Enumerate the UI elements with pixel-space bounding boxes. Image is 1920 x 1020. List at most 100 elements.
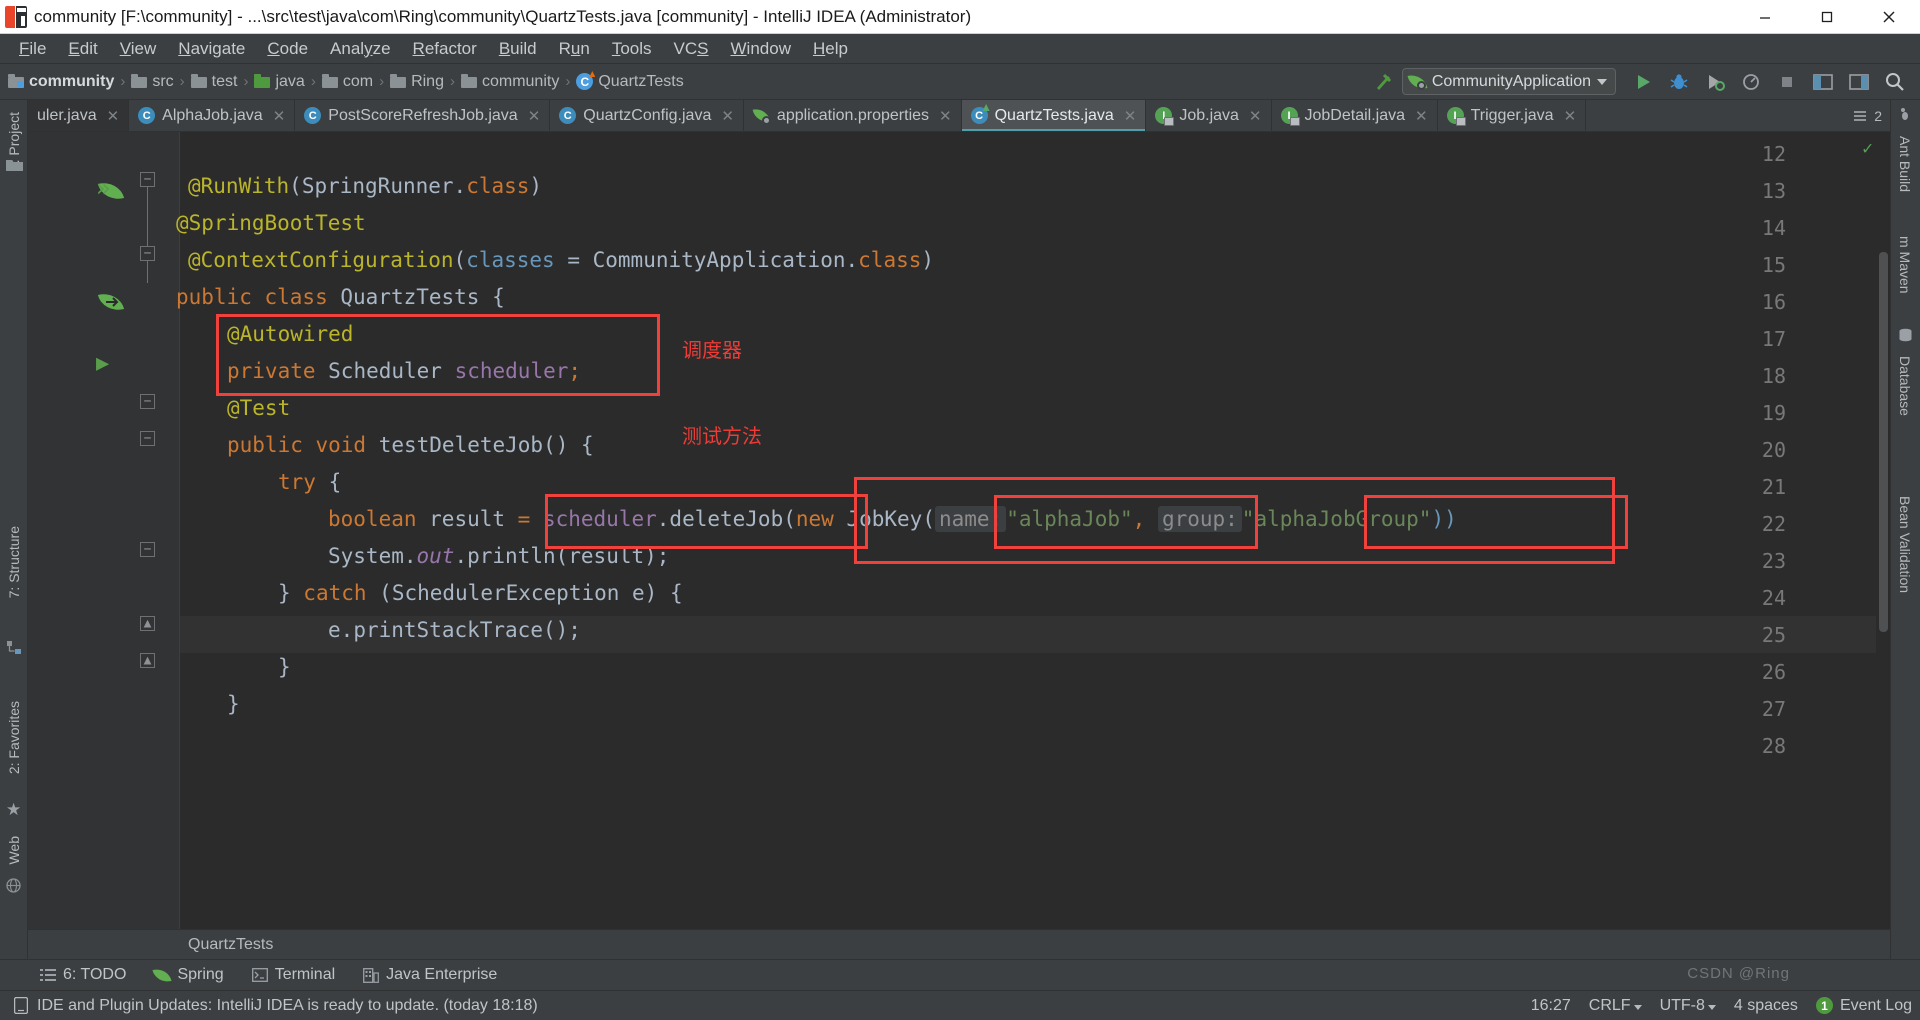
sidebar-item-web[interactable]: Web xyxy=(0,830,28,871)
status-message[interactable]: IDE and Plugin Updates: IntelliJ IDEA is… xyxy=(14,997,538,1015)
maximize-button[interactable] xyxy=(1796,0,1858,34)
breadcrumb-item-community-pkg[interactable]: community xyxy=(460,73,559,91)
close-icon[interactable]: ✕ xyxy=(1415,107,1428,125)
breadcrumb-separator: › xyxy=(310,73,316,90)
encoding-widget[interactable]: UTF-8 xyxy=(1660,997,1716,1015)
hammer-icon[interactable] xyxy=(1366,67,1400,97)
menu-refactor[interactable]: Refactor xyxy=(402,37,488,61)
update-icon[interactable] xyxy=(1842,67,1876,97)
close-icon[interactable]: ✕ xyxy=(107,107,120,125)
chevron-down-icon xyxy=(1633,1004,1642,1010)
menu-run[interactable]: Run xyxy=(548,37,601,61)
run-with-coverage-icon[interactable] xyxy=(1698,67,1732,97)
menu-edit[interactable]: Edit xyxy=(57,37,108,61)
menu-help[interactable]: Help xyxy=(802,37,859,61)
menu-code[interactable]: Code xyxy=(256,37,319,61)
fold-marker-line21[interactable]: − xyxy=(140,431,155,446)
menu-file[interactable]: File xyxy=(8,37,57,61)
fold-marker-line27[interactable]: ▲ xyxy=(140,653,155,668)
gutter-divider xyxy=(179,132,180,929)
folder-icon xyxy=(460,74,477,88)
run-configuration-selector[interactable]: CommunityApplication xyxy=(1401,68,1616,95)
run-test-class-gutter-icon[interactable]: » xyxy=(96,174,110,202)
structure-icon xyxy=(7,640,22,660)
breadcrumb-item-ring[interactable]: Ring xyxy=(390,73,444,91)
fold-marker-line24[interactable]: − xyxy=(140,542,155,557)
sidebar-item-favorites[interactable]: 2: Favorites xyxy=(0,695,28,780)
scrollbar-thumb[interactable] xyxy=(1879,252,1888,632)
fold-marker-line20[interactable]: − xyxy=(140,394,155,409)
fold-marker-line15[interactable]: − xyxy=(140,246,155,261)
tab-job-java[interactable]: I Job.java ✕ xyxy=(1146,100,1272,131)
menu-build[interactable]: Build xyxy=(488,37,548,61)
menu-vcs[interactable]: VCS xyxy=(663,37,720,61)
tab-quartztests-java[interactable]: C QuartzTests.java ✕ xyxy=(961,100,1147,131)
tool-window-todo[interactable]: 6: TODO xyxy=(40,966,126,984)
tab-quartzconfig-java[interactable]: C QuartzConfig.java ✕ xyxy=(550,100,744,131)
code-line-24: } catch (SchedulerException e) { xyxy=(278,581,683,605)
fold-marker-line26[interactable]: ▲ xyxy=(140,616,155,631)
menu-window[interactable]: Window xyxy=(720,37,802,61)
sidebar-item-structure[interactable]: 7: Structure xyxy=(0,520,28,604)
fold-marker-line13[interactable]: − xyxy=(140,172,155,187)
tool-window-spring[interactable]: Spring xyxy=(152,965,224,985)
tab-postscorerefreshjob-java[interactable]: C PostScoreRefreshJob.java ✕ xyxy=(295,100,551,131)
tab-overflow-button[interactable]: 2 xyxy=(1846,100,1890,131)
close-icon[interactable]: ✕ xyxy=(1124,107,1137,125)
line-number: 19 xyxy=(1761,401,1786,425)
line-separator-widget[interactable]: CRLF xyxy=(1589,997,1642,1015)
folder-module-icon xyxy=(8,74,24,88)
editor-vertical-scrollbar[interactable] xyxy=(1876,132,1890,929)
menu-analyze[interactable]: Analyze xyxy=(319,37,402,61)
event-log-widget[interactable]: 1 Event Log xyxy=(1815,997,1912,1015)
menu-view[interactable]: View xyxy=(109,37,168,61)
search-icon[interactable] xyxy=(1878,67,1912,97)
code-editor[interactable]: 12 13 14 15 16 17 18 19 20 21 22 23 24 2… xyxy=(28,132,1890,929)
close-icon[interactable]: ✕ xyxy=(1564,107,1577,125)
tab-trigger-java[interactable]: I Trigger.java ✕ xyxy=(1437,100,1587,131)
menu-tools[interactable]: Tools xyxy=(601,37,663,61)
no-errors-check-icon[interactable]: ✓ xyxy=(1862,138,1873,159)
tool-window-label: 6: TODO xyxy=(63,966,127,983)
indent-widget[interactable]: 4 spaces xyxy=(1734,997,1798,1015)
breadcrumb-separator: › xyxy=(243,73,249,90)
editor-gutter[interactable] xyxy=(28,132,180,929)
minimize-button[interactable] xyxy=(1734,0,1796,34)
tool-window-terminal[interactable]: Terminal xyxy=(251,966,335,984)
sidebar-item-ant-build[interactable]: Ant Build xyxy=(1890,130,1920,198)
close-icon[interactable]: ✕ xyxy=(528,107,541,125)
tab-alphajob-java[interactable]: C AlphaJob.java ✕ xyxy=(129,100,296,131)
run-test-method-gutter-icon[interactable]: ▶ xyxy=(96,351,109,376)
close-icon[interactable]: ✕ xyxy=(1249,107,1262,125)
breadcrumb-item-community[interactable]: community xyxy=(8,73,114,91)
tab-jobdetail-java[interactable]: I JobDetail.java ✕ xyxy=(1271,100,1438,131)
tab-application-properties[interactable]: application.properties ✕ xyxy=(743,100,962,131)
sidebar-item-database[interactable]: Database xyxy=(1890,350,1920,422)
tab-label: Job.java xyxy=(1179,106,1239,124)
tool-window-java-enterprise[interactable]: Java Enterprise xyxy=(363,966,497,984)
close-icon[interactable]: ✕ xyxy=(721,107,734,125)
breadcrumb-item-java[interactable]: java xyxy=(254,73,305,91)
sidebar-item-bean-validation[interactable]: Bean Validation xyxy=(1890,490,1920,599)
layout-icon[interactable] xyxy=(1806,67,1840,97)
tab-scheduler-java[interactable]: uler.java ✕ xyxy=(28,100,130,131)
run-icon[interactable] xyxy=(1626,67,1660,97)
profiler-icon[interactable] xyxy=(1734,67,1768,97)
breadcrumb-item-test[interactable]: test xyxy=(190,73,237,91)
breadcrumb-item-quartztests[interactable]: C QuartzTests xyxy=(576,73,684,91)
line-number: 23 xyxy=(1761,549,1786,573)
menu-navigate[interactable]: Navigate xyxy=(167,37,256,61)
spring-boot-icon xyxy=(1407,71,1428,92)
line-number: 14 xyxy=(1761,216,1786,240)
editor-breadcrumb[interactable]: QuartzTests xyxy=(28,929,1890,959)
sidebar-item-maven[interactable]: m Maven xyxy=(1890,230,1920,300)
close-icon[interactable]: ✕ xyxy=(939,107,952,125)
stop-icon[interactable] xyxy=(1770,67,1804,97)
close-button[interactable] xyxy=(1858,0,1920,34)
annotation-test-method-label: 测试方法 xyxy=(682,424,762,448)
spring-autowired-gutter-icon[interactable] xyxy=(97,289,125,315)
debug-icon[interactable] xyxy=(1662,67,1696,97)
breadcrumb-item-src[interactable]: src xyxy=(131,73,174,91)
breadcrumb-item-com[interactable]: com xyxy=(321,73,373,91)
close-icon[interactable]: ✕ xyxy=(273,107,286,125)
